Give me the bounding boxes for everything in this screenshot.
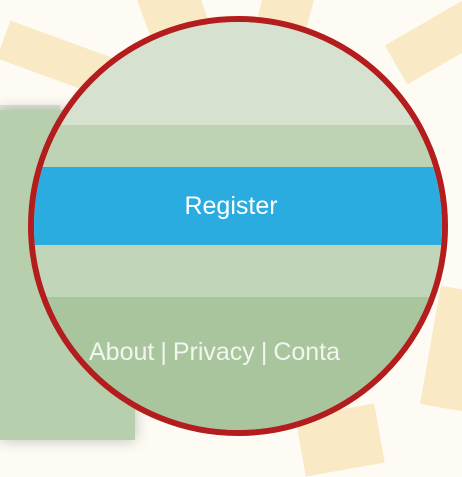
magnifier-circle: Register About | Privacy | Conta xyxy=(28,16,448,436)
form-bottom-spacer xyxy=(34,245,442,297)
magnified-content: Register About | Privacy | Conta xyxy=(34,22,442,430)
footer-links: About | Privacy | Conta xyxy=(89,338,340,367)
footer-link-contact[interactable]: Conta xyxy=(273,338,340,367)
form-spacer xyxy=(34,125,442,167)
footer-separator: | xyxy=(260,338,268,366)
register-button[interactable]: Register xyxy=(34,167,442,245)
page-header-area xyxy=(34,22,442,125)
register-button-label: Register xyxy=(184,191,278,220)
footer-link-about[interactable]: About xyxy=(89,338,154,367)
footer-separator: | xyxy=(160,338,167,366)
footer-link-privacy[interactable]: Privacy xyxy=(173,338,255,367)
